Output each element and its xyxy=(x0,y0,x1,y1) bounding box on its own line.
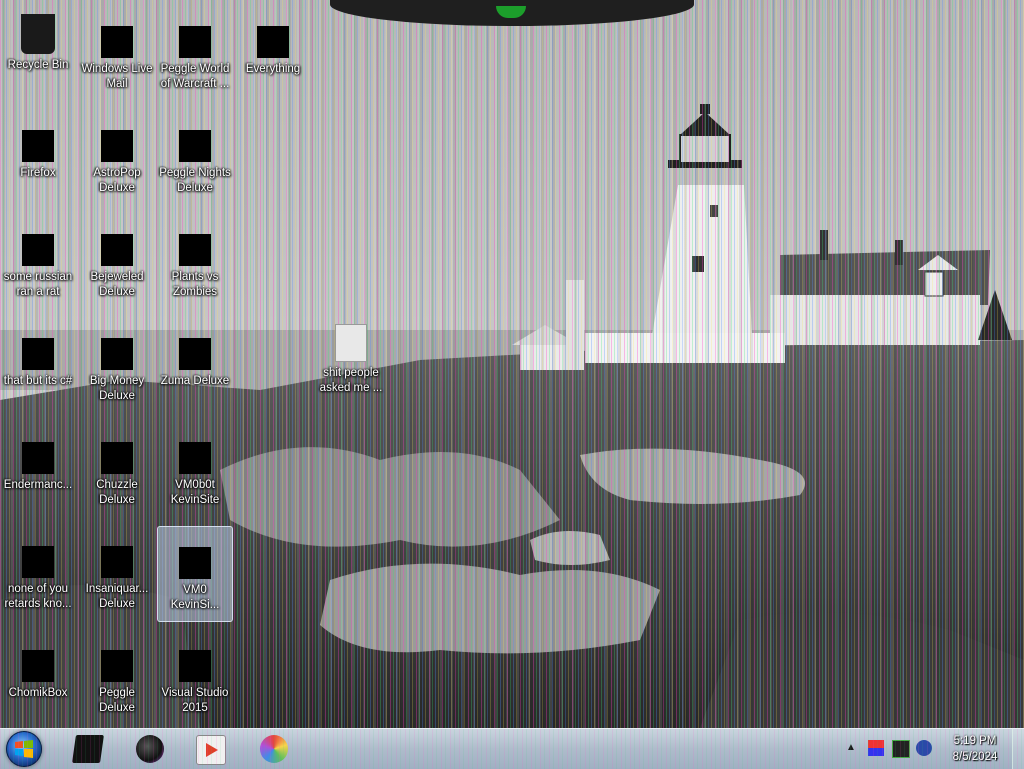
desktop-icon-label: VM0 KevinSi... xyxy=(170,584,220,611)
desktop-icon-none-of-you-retards-know[interactable]: none of you retards kno... xyxy=(0,526,76,622)
desktop-icon-label: shit people asked me ... xyxy=(319,367,383,394)
desktop-icon-label: Bejeweled Deluxe xyxy=(90,271,144,298)
desktop-icon-vm0-kevinsite[interactable]: VM0 KevinSi... xyxy=(157,526,233,622)
executable-icon xyxy=(179,547,211,579)
media-player-icon xyxy=(136,735,164,763)
browser-icon xyxy=(260,735,288,763)
game-icon xyxy=(179,26,211,58)
desktop-icon-peggle-nights-deluxe[interactable]: Peggle Nights Deluxe xyxy=(157,110,233,206)
desktop-icon-windows-live-mail[interactable]: Windows Live Mail xyxy=(79,6,155,102)
desktop-icon-label: that but its c# xyxy=(3,375,73,387)
desktop-icon-bejeweled-deluxe[interactable]: Bejeweled Deluxe xyxy=(79,214,155,310)
desktop-icon-label: some russian ran a rat xyxy=(3,271,73,298)
desktop-icon-recycle-bin[interactable]: Recycle Bin xyxy=(0,6,76,102)
desktop-icon-shit-people-asked-me[interactable]: shit people asked me ... xyxy=(313,318,389,414)
clock[interactable]: 5:19 PM 8/5/2024 xyxy=(944,733,1006,765)
desktop-icon-label: Visual Studio 2015 xyxy=(161,687,229,714)
visual-studio-icon xyxy=(179,650,211,682)
desktop-icon-label: none of you retards kno... xyxy=(4,583,72,610)
taskbar-video-player-button[interactable] xyxy=(184,731,236,767)
desktop-icon-label: AstroPop Deluxe xyxy=(93,167,141,194)
recycle-bin-icon xyxy=(21,14,55,54)
volume-icon[interactable] xyxy=(916,740,932,756)
desktop-icon-label: ChomikBox xyxy=(8,687,68,699)
taskbar: ▲ 5:19 PM 8/5/2024 xyxy=(0,728,1024,769)
windows-logo-icon xyxy=(15,740,33,758)
desktop-icon-label: Big Money Deluxe xyxy=(89,375,145,402)
desktop-icon-label: VM0b0t KevinSite xyxy=(170,479,220,506)
desktop-icon-label: Peggle World of Warcraft ... xyxy=(160,63,230,90)
taskbar-browser-button[interactable] xyxy=(248,731,300,767)
file-manager-icon xyxy=(72,735,104,763)
taskbar-file-manager-button[interactable] xyxy=(62,731,114,767)
executable-icon xyxy=(179,442,211,474)
desktop-icon-label: Endermanc... xyxy=(3,479,73,491)
chomikbox-icon xyxy=(22,650,54,682)
game-icon xyxy=(179,338,211,370)
game-icon xyxy=(101,234,133,266)
game-icon xyxy=(101,338,133,370)
desktop-icon-firefox[interactable]: Firefox xyxy=(0,110,76,206)
desktop-icon-endermanch[interactable]: Endermanc... xyxy=(0,422,76,518)
video-player-icon xyxy=(196,735,226,765)
desktop-icon-astropop-deluxe[interactable]: AstroPop Deluxe xyxy=(79,110,155,206)
desktop-icon-label: Windows Live Mail xyxy=(81,63,153,90)
executable-icon xyxy=(22,338,54,370)
show-desktop-button[interactable] xyxy=(1012,729,1024,769)
desktop-icon-everything[interactable]: Everything xyxy=(235,6,311,102)
desktop-icon-label: Zuma Deluxe xyxy=(160,375,230,387)
desktop-icon-visual-studio-2015[interactable]: Visual Studio 2015 xyxy=(157,630,233,726)
network-icon[interactable] xyxy=(892,740,910,758)
game-icon xyxy=(179,234,211,266)
game-icon xyxy=(101,442,133,474)
desktop-icon-big-money-deluxe[interactable]: Big Money Deluxe xyxy=(79,318,155,414)
mail-icon xyxy=(101,26,133,58)
game-icon xyxy=(179,130,211,162)
desktop-icon-vm0b0t-kevinsite[interactable]: VM0b0t KevinSite xyxy=(157,422,233,518)
desktop-icon-peggle-world-of-warcraft[interactable]: Peggle World of Warcraft ... xyxy=(157,6,233,102)
flag-icon[interactable] xyxy=(868,740,884,756)
desktop-icon-plants-vs-zombies[interactable]: Plants vs Zombies xyxy=(157,214,233,310)
desktop-icon-label: Peggle Nights Deluxe xyxy=(159,167,231,194)
desktop-icon-label: Firefox xyxy=(20,167,56,179)
desktop-icon-chomikbox[interactable]: ChomikBox xyxy=(0,630,76,726)
desktop-icon-label: Peggle Deluxe xyxy=(99,687,135,714)
desktop-icon-peggle-deluxe[interactable]: Peggle Deluxe xyxy=(79,630,155,726)
executable-icon xyxy=(22,442,54,474)
clock-date: 8/5/2024 xyxy=(952,751,998,763)
desktop-icon-chuzzle-deluxe[interactable]: Chuzzle Deluxe xyxy=(79,422,155,518)
desktop-icon-label: Recycle Bin xyxy=(7,59,69,71)
executable-icon xyxy=(22,234,54,266)
desktop-icon-label: Chuzzle Deluxe xyxy=(96,479,138,506)
firefox-icon xyxy=(22,130,54,162)
show-hidden-icons-icon[interactable]: ▲ xyxy=(846,742,856,753)
desktop-icon-label: Everything xyxy=(245,63,301,75)
desktop-icon-label: Insaniquar... Deluxe xyxy=(85,583,149,610)
clock-time: 5:19 PM xyxy=(953,735,997,747)
search-app-icon xyxy=(257,26,289,58)
executable-icon xyxy=(22,546,54,578)
start-button[interactable] xyxy=(6,731,42,767)
taskbar-media-player-button[interactable] xyxy=(124,731,176,767)
folder-icon xyxy=(335,324,367,362)
dock-indicator xyxy=(496,6,526,18)
desktop-icon-zuma-deluxe[interactable]: Zuma Deluxe xyxy=(157,318,233,414)
desktop-icon-label: Plants vs Zombies xyxy=(171,271,219,298)
desktop-icon-insaniquarium-deluxe[interactable]: Insaniquar... Deluxe xyxy=(79,526,155,622)
game-icon xyxy=(101,650,133,682)
game-icon xyxy=(101,130,133,162)
desktop-icon-some-russian-ran-a-rat[interactable]: some russian ran a rat xyxy=(0,214,76,310)
game-icon xyxy=(101,546,133,578)
desktop-icon-that-but-its-csharp[interactable]: that but its c# xyxy=(0,318,76,414)
